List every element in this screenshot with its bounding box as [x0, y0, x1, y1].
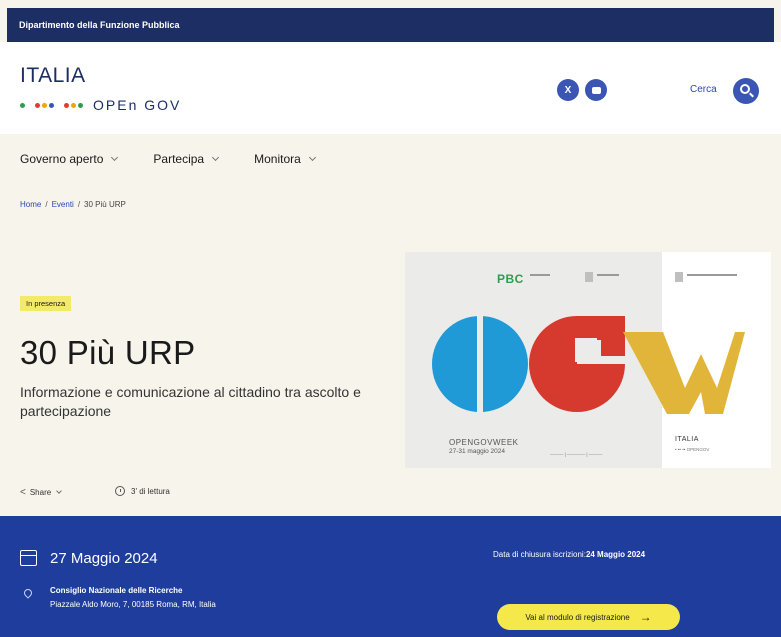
- chevron-down-icon: [212, 153, 220, 162]
- italia-label: ITALIA: [675, 436, 699, 443]
- reading-time: 3' di lettura: [115, 486, 170, 496]
- ogw-letters: [432, 316, 745, 414]
- opengovweek-dates: 27-31 maggio 2024: [449, 448, 506, 455]
- location-pin-icon: [22, 587, 34, 599]
- chevron-down-icon: [56, 488, 63, 494]
- deadline-date: 24 Maggio 2024: [585, 550, 646, 559]
- event-venue: Consiglio Nazionale delle Ricerche: [50, 586, 183, 595]
- letter-g: [529, 316, 625, 412]
- x-icon[interactable]: X: [557, 79, 579, 101]
- registration-form-button[interactable]: Vai al modulo di registrazione →: [497, 604, 680, 630]
- share-icon: <: [20, 487, 26, 498]
- logo-italia[interactable]: ITALIA: [20, 64, 86, 88]
- share-label: Share: [29, 488, 52, 497]
- ministry-link[interactable]: Dipartimento della Funzione Pubblica: [19, 20, 180, 30]
- nav-item-monitora[interactable]: Monitora: [254, 152, 316, 166]
- event-type-badge: In presenza: [20, 296, 72, 311]
- logo-opengov-text: OPEn GOV: [93, 97, 182, 113]
- search-label[interactable]: Cerca: [690, 84, 717, 95]
- cta-label: Vai al modulo di registrazione: [525, 612, 630, 622]
- main-nav: Governo aperto Partecipa Monitora: [20, 152, 351, 166]
- event-date: 27 Maggio 2024: [50, 550, 158, 567]
- nav-label: Monitora: [254, 152, 301, 166]
- logo-dot: [42, 102, 47, 108]
- breadcrumb-home[interactable]: Home: [20, 200, 41, 209]
- nav-item-governo-aperto[interactable]: Governo aperto: [20, 152, 119, 166]
- top-bar: Dipartimento della Funzione Pubblica: [7, 8, 774, 42]
- page-title: 30 Più URP: [20, 334, 196, 371]
- logo-dot: [64, 102, 69, 108]
- share-button[interactable]: < Share: [20, 487, 63, 498]
- youtube-icon[interactable]: [585, 79, 607, 101]
- chevron-down-icon: [111, 153, 119, 162]
- logo-dot: [49, 102, 54, 108]
- breadcrumb-separator: /: [77, 200, 81, 209]
- event-address: Piazzale Aldo Moro, 7, 00185 Roma, RM, I…: [50, 600, 216, 609]
- nav-label: Partecipa: [153, 152, 205, 166]
- arrow-right-icon: →: [639, 610, 652, 624]
- registration-deadline: Data di chiusura iscrizioni:24 Maggio 20…: [493, 550, 645, 559]
- reading-time-label: 3' di lettura: [131, 486, 170, 496]
- x-icon-label: X: [564, 84, 572, 96]
- breadcrumb: Home / Eventi/30 Più URP: [20, 200, 126, 209]
- logo-dot: [35, 102, 40, 108]
- breadcrumb-events[interactable]: Eventi: [52, 200, 74, 209]
- logo-dot: [78, 102, 83, 108]
- breadcrumb-separator: /: [45, 200, 48, 209]
- letter-w: [623, 332, 745, 414]
- logo-dot: [20, 102, 25, 108]
- event-hero-image: PBC OPENGOVWEEK 27-31 maggio 2024 ——— | …: [405, 252, 771, 468]
- deadline-label: Data di chiusura iscrizioni:: [493, 550, 586, 559]
- italia-sub: • •• •• OPENGOV: [675, 447, 710, 452]
- opengovweek-label: OPENGOVWEEK: [449, 438, 519, 447]
- hero-tagline: ——— | ———— | ———: [550, 452, 603, 457]
- calendar-icon: [20, 550, 37, 566]
- letter-o: [432, 316, 528, 412]
- search-icon[interactable]: [733, 78, 759, 104]
- clock-icon: [115, 486, 125, 496]
- logo-dot: [71, 102, 76, 108]
- page-subtitle: Informazione e comunicazione al cittadin…: [20, 384, 361, 419]
- chevron-down-icon: [308, 153, 316, 162]
- nav-label: Governo aperto: [20, 152, 104, 166]
- site-header: ITALIA OPEn GOV X Cerca: [0, 42, 781, 134]
- breadcrumb-current: 30 Più URP: [84, 200, 126, 209]
- nav-item-partecipa[interactable]: Partecipa: [153, 152, 220, 166]
- event-info-band: 27 Maggio 2024 Consiglio Nazionale delle…: [0, 516, 781, 637]
- logo-opengov[interactable]: OPEn GOV: [20, 97, 181, 113]
